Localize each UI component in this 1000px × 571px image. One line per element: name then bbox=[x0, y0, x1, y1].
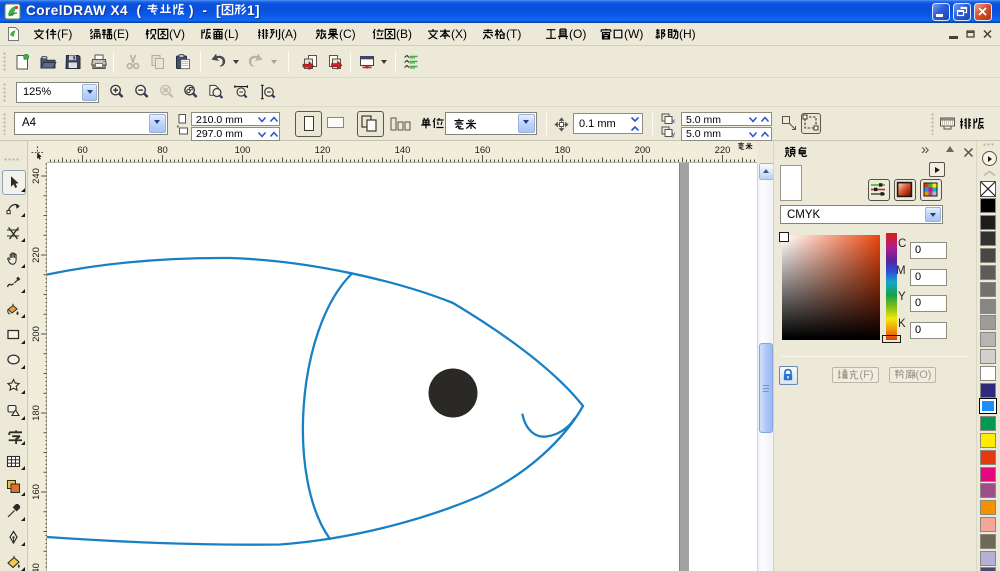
svg-text:100: 100 bbox=[235, 145, 251, 156]
svg-text:200: 200 bbox=[31, 326, 42, 342]
svg-text:180: 180 bbox=[555, 145, 571, 156]
svg-text:160: 160 bbox=[475, 145, 491, 156]
svg-text:160: 160 bbox=[31, 484, 42, 500]
svg-text:220: 220 bbox=[31, 247, 42, 263]
svg-text:60: 60 bbox=[77, 145, 88, 156]
svg-text:y: y bbox=[672, 132, 675, 138]
svg-text:200: 200 bbox=[635, 145, 651, 156]
svg-text:120: 120 bbox=[315, 145, 331, 156]
svg-text:x: x bbox=[672, 119, 675, 125]
svg-text:140: 140 bbox=[395, 145, 411, 156]
svg-text:180: 180 bbox=[31, 405, 42, 421]
svg-text:80: 80 bbox=[157, 145, 168, 156]
svg-text:140: 140 bbox=[31, 563, 42, 571]
svg-text:220: 220 bbox=[715, 145, 731, 156]
svg-text:240: 240 bbox=[31, 168, 42, 184]
